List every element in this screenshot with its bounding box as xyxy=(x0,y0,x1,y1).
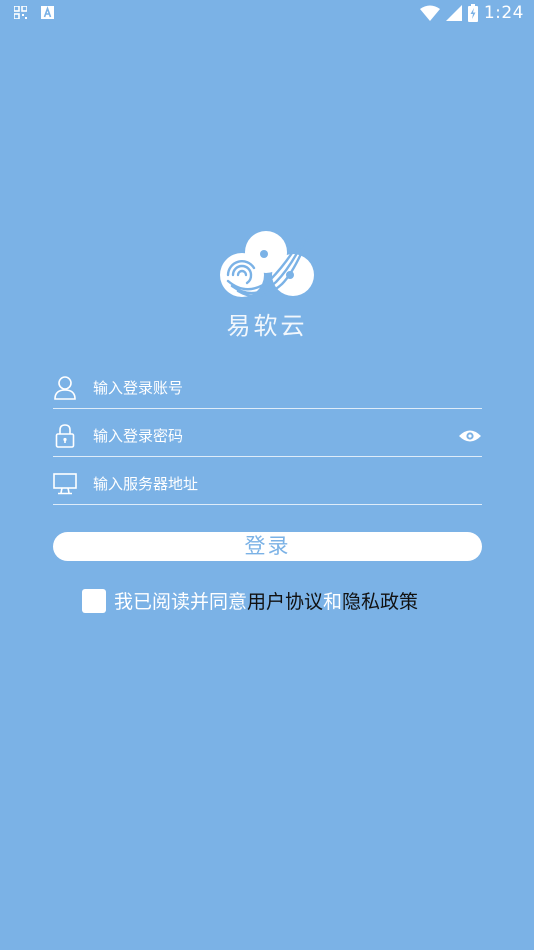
cloud-logo-icon xyxy=(220,231,314,298)
status-right-icons: 1:24 xyxy=(419,3,524,23)
app-name: 易软云 xyxy=(226,312,308,340)
user-icon xyxy=(53,376,77,400)
privacy-policy-link[interactable]: 隐私政策 xyxy=(342,587,418,614)
lock-icon xyxy=(53,424,77,448)
account-input[interactable] xyxy=(93,373,482,403)
cell-signal-icon xyxy=(445,5,462,21)
status-bar: 1:24 xyxy=(0,0,534,28)
logo-block: 易软云 xyxy=(0,228,534,341)
agreement-prefix: 我已阅读并同意 xyxy=(114,591,248,613)
user-agreement-link[interactable]: 用户协议 xyxy=(247,587,323,614)
login-button[interactable]: 登录 xyxy=(53,532,482,561)
eye-icon[interactable] xyxy=(458,426,482,446)
monitor-icon xyxy=(53,472,77,496)
password-input[interactable] xyxy=(93,421,458,451)
wifi-icon xyxy=(419,5,440,21)
text-a-icon xyxy=(41,6,54,19)
qr-grid-icon xyxy=(14,6,27,19)
account-field[interactable] xyxy=(53,368,482,409)
status-left-icons xyxy=(14,6,54,19)
status-time: 1:24 xyxy=(483,3,524,23)
battery-charging-icon xyxy=(467,4,478,22)
server-input[interactable] xyxy=(93,469,482,499)
agreement-row: 我已阅读并同意 用户协议 和 隐私政策 xyxy=(82,587,418,614)
agreement-joiner: 和 xyxy=(323,591,343,613)
agreement-checkbox[interactable] xyxy=(82,588,106,613)
password-field[interactable] xyxy=(53,416,482,457)
server-field[interactable] xyxy=(53,464,482,505)
